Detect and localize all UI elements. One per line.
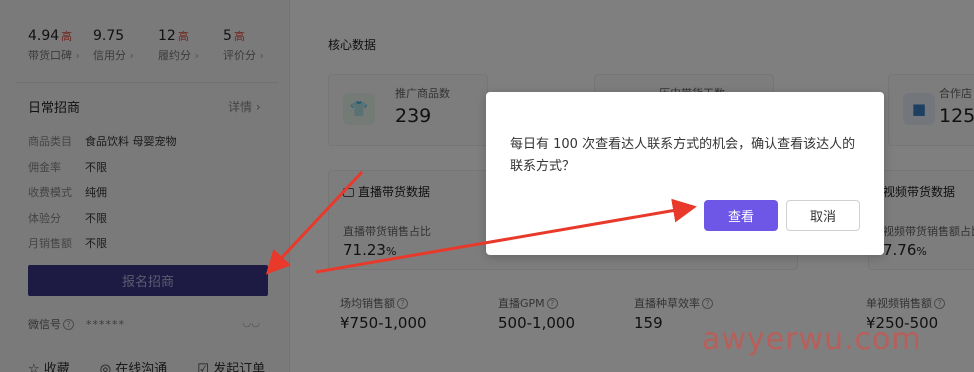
cancel-button[interactable]: 取消 <box>786 200 860 231</box>
confirm-dialog: 每日有 100 次查看达人联系方式的机会，确认查看该达人的联系方式？ 查看 取消 <box>486 92 884 255</box>
watermark: awyerwu.com <box>702 322 922 357</box>
dialog-message: 每日有 100 次查看达人联系方式的机会，确认查看该达人的联系方式？ <box>510 137 856 174</box>
view-button[interactable]: 查看 <box>704 200 778 231</box>
